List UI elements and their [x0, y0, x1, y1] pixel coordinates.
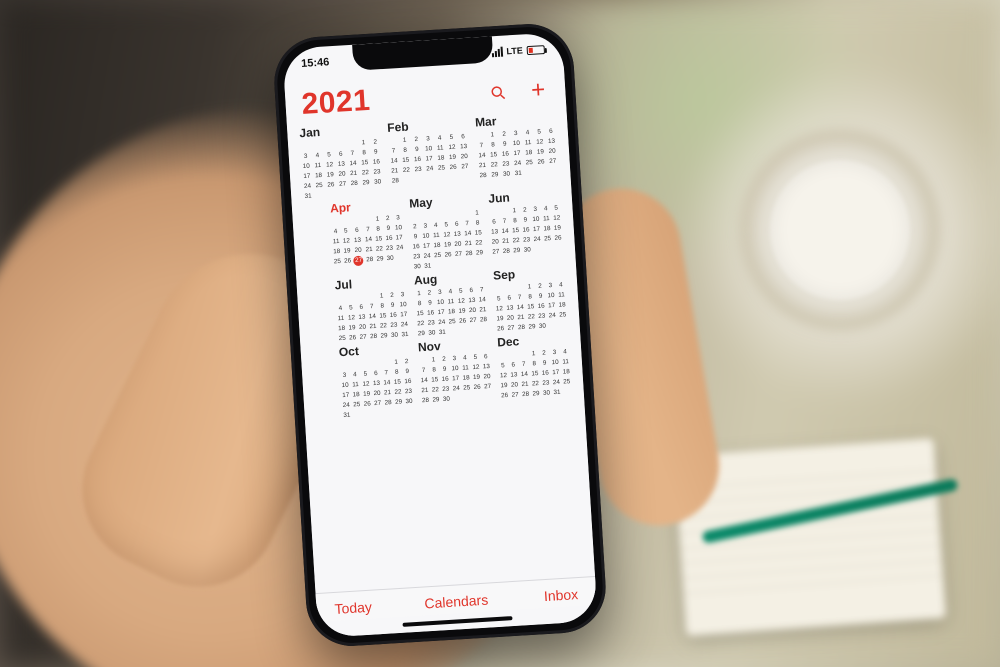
month-jun[interactable]: Jun 123456789101112131415161718192021222… [488, 187, 564, 266]
month-dec[interactable]: Dec 123456789101112131415161718192021222… [497, 331, 573, 410]
month-jan[interactable]: Jan 123456789101112131415161718192021222… [299, 121, 383, 201]
month-label: Apr [330, 197, 402, 215]
calendars-button[interactable]: Calendars [415, 591, 497, 612]
month-label: May [409, 192, 481, 210]
status-right: LTE [491, 44, 545, 57]
signal-icon [491, 47, 503, 58]
calendar-app: 2021 + Jan 12345678910111213141516171819… [284, 66, 597, 638]
month-days: 1234567891011121314151617181920212223242… [300, 137, 383, 201]
month-label: Jul [334, 274, 406, 292]
month-aug[interactable]: Aug1234567891011121314151617181920212223… [414, 269, 489, 338]
month-mar[interactable]: Mar 123456789101112131415161718192021222… [475, 111, 559, 191]
month-days: 1234567891011121314151617181920212223242… [388, 132, 471, 186]
month-label: Jun [488, 187, 560, 205]
year-title[interactable]: 2021 [301, 84, 372, 122]
today-marker: 27 [353, 255, 364, 266]
month-label: Sep [493, 264, 565, 282]
month-oct[interactable]: Oct 123456789101112131415161718192021222… [338, 341, 414, 420]
display-notch [352, 36, 493, 70]
month-days: 1234567891011121314151617181920212223242… [494, 280, 568, 333]
photo-scene: 15:46 LTE 2021 + Jan [0, 0, 1000, 667]
inbox-button[interactable]: Inbox [496, 586, 578, 607]
search-icon[interactable] [487, 81, 510, 104]
month-days: 1234567891011121314151617181920212223242… [419, 352, 493, 405]
month-label: Oct [338, 341, 410, 359]
today-button[interactable]: Today [334, 596, 416, 617]
month-days: 1234567891011121314151617181920212223242… [339, 357, 414, 420]
add-event-icon[interactable]: + [527, 79, 550, 102]
month-days: 1234567891011121314151617181920212223242… [498, 347, 572, 400]
month-label: Aug [414, 269, 486, 287]
header-actions: + [487, 79, 550, 105]
month-days: 1234567891011121314151617181920212223242… [410, 208, 485, 271]
year-grid[interactable]: Jan 123456789101112131415161718192021222… [287, 110, 595, 593]
clock-face [770, 160, 910, 300]
month-days: 1234567891011121314151617181920212223242… [415, 285, 489, 338]
month-sep[interactable]: Sep 123456789101112131415161718192021222… [493, 264, 568, 333]
month-nov[interactable]: Nov 123456789101112131415161718192021222… [418, 336, 494, 415]
network-label: LTE [506, 45, 523, 56]
month-days: 1234567891011121314151617181920212223242… [476, 127, 559, 181]
month-may[interactable]: May 123456789101112131415161718192021222… [409, 192, 485, 271]
month-days: 1234567891011121314151617181920212223242… [489, 203, 563, 256]
month-label: Nov [418, 336, 490, 354]
month-days: 1234567891011121314151617181920212223242… [331, 213, 405, 266]
battery-icon [526, 45, 545, 55]
month-days: 1234567891011121314151617181920212223242… [335, 290, 409, 343]
status-time: 15:46 [301, 56, 330, 70]
month-jul[interactable]: Jul 123456789101112131415161718192021222… [334, 274, 409, 343]
month-apr[interactable]: Apr 123456789101112131415161718192021222… [330, 197, 406, 276]
month-label: Dec [497, 331, 569, 349]
month-feb[interactable]: Feb 123456789101112131415161718192021222… [387, 116, 471, 196]
iphone-device: 15:46 LTE 2021 + Jan [272, 21, 609, 648]
phone-screen: 15:46 LTE 2021 + Jan [282, 32, 597, 638]
